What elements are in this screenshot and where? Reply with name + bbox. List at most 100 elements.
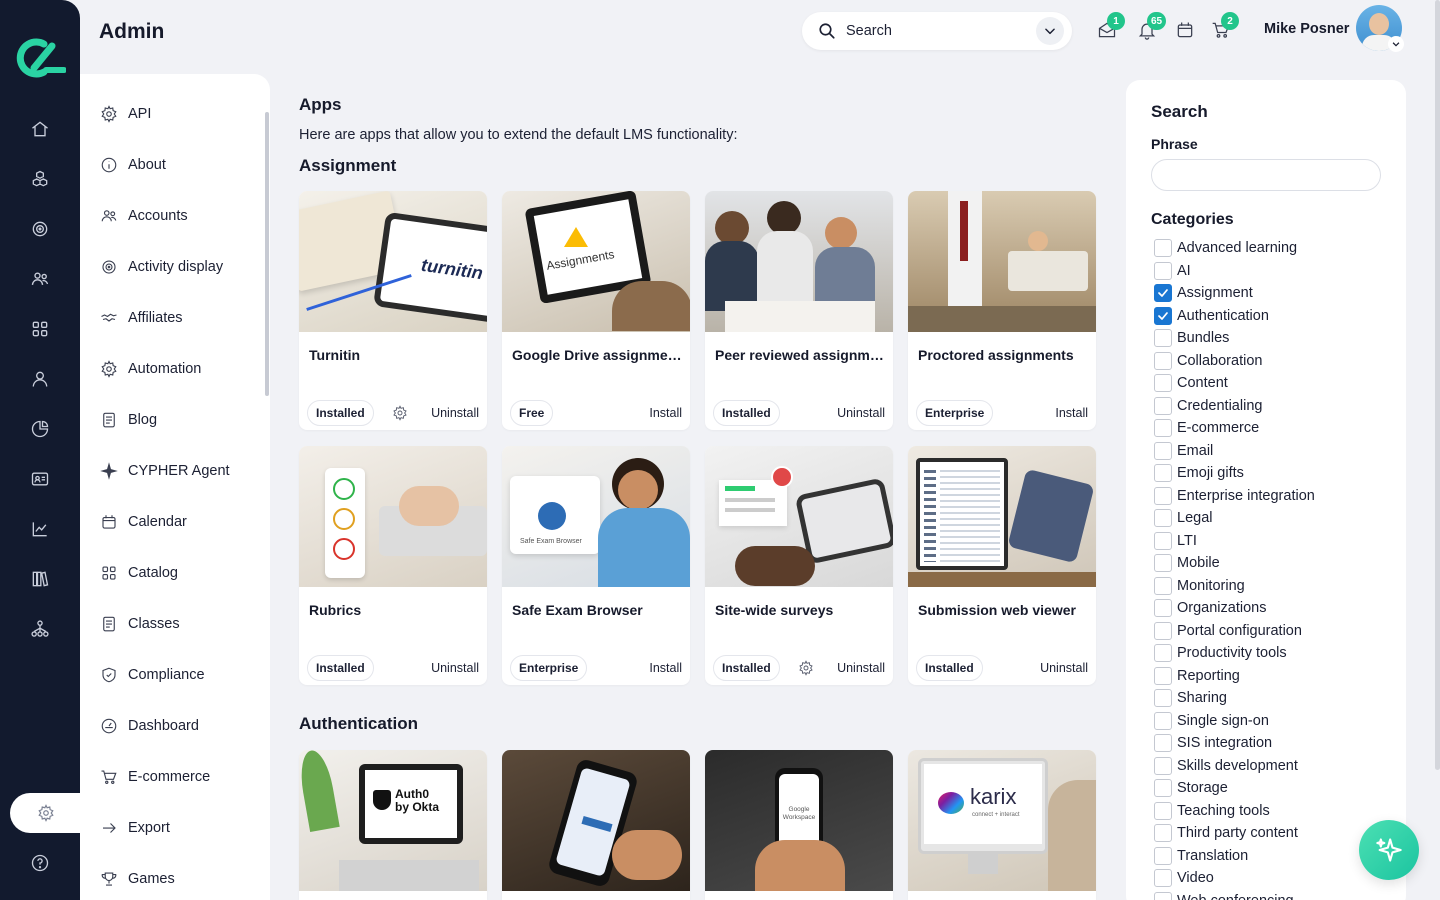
checkbox[interactable] <box>1154 734 1172 752</box>
category-lti[interactable]: LTI <box>1154 531 1197 551</box>
category-credentialing[interactable]: Credentialing <box>1154 396 1262 416</box>
phrase-input[interactable] <box>1151 159 1381 191</box>
app-card-peer-reviewed-assignments[interactable]: Peer reviewed assignments Installed Uninst… <box>705 191 893 430</box>
app-settings-button[interactable] <box>798 660 814 676</box>
cart-button[interactable]: 2 <box>1211 12 1239 42</box>
category-third-party-content[interactable]: Third party content <box>1154 823 1298 843</box>
checkbox[interactable] <box>1154 891 1172 900</box>
rail-item-pie-chart[interactable] <box>28 417 52 441</box>
category-mobile[interactable]: Mobile <box>1154 553 1220 573</box>
user-menu-toggle[interactable] <box>1388 36 1404 52</box>
ai-assistant-button[interactable] <box>1359 820 1419 880</box>
checkbox[interactable] <box>1154 531 1172 550</box>
settings-item-catalog[interactable]: Catalog <box>100 561 178 585</box>
checkbox[interactable] <box>1154 554 1172 572</box>
app-card-proctored-assignments[interactable]: Proctored assignments Enterprise Install <box>908 191 1096 430</box>
checkbox[interactable] <box>1154 599 1172 617</box>
search-scope-dropdown[interactable] <box>1036 17 1064 45</box>
rail-item-id-card[interactable] <box>28 467 52 491</box>
rail-item-settings[interactable] <box>10 793 82 833</box>
checkbox[interactable] <box>1154 284 1172 302</box>
rail-item-users[interactable] <box>28 267 52 291</box>
rail-item-library[interactable] <box>28 567 52 591</box>
checkbox[interactable] <box>1154 396 1172 415</box>
app-card-phone[interactable] <box>502 750 690 900</box>
settings-item-api[interactable]: API <box>100 102 151 126</box>
brand-logo[interactable] <box>14 38 66 78</box>
checkbox[interactable] <box>1154 824 1172 842</box>
category-emoji-gifts[interactable]: Emoji gifts <box>1154 463 1244 483</box>
rail-item-grid[interactable] <box>28 317 52 341</box>
category-bundles[interactable]: Bundles <box>1154 328 1229 348</box>
checkbox[interactable] <box>1154 756 1172 775</box>
category-advanced-learning[interactable]: Advanced learning <box>1154 238 1297 258</box>
checkbox[interactable] <box>1154 441 1172 460</box>
category-legal[interactable]: Legal <box>1154 508 1212 528</box>
category-translation[interactable]: Translation <box>1154 846 1248 866</box>
category-teaching-tools[interactable]: Teaching tools <box>1154 801 1270 821</box>
rail-item-help[interactable] <box>28 851 52 875</box>
rail-item-user[interactable] <box>28 367 52 391</box>
app-card-google-drive-assignments[interactable]: Assignments Google Drive assignments Free I… <box>502 191 690 430</box>
app-uninstall-button[interactable]: Uninstall <box>431 406 479 420</box>
checkbox[interactable] <box>1154 261 1172 280</box>
category-web-conferencing[interactable]: Web conferencing <box>1154 891 1294 900</box>
rail-item-home[interactable] <box>28 117 52 141</box>
checkbox[interactable] <box>1154 666 1172 685</box>
settings-item-games[interactable]: Games <box>100 867 175 891</box>
category-skills-development[interactable]: Skills development <box>1154 756 1298 776</box>
app-install-button[interactable]: Install <box>649 406 682 420</box>
rail-item-line-chart[interactable] <box>28 517 52 541</box>
app-card-safe-exam-browser[interactable]: Safe Exam Browser Safe Exam Browser Enterp… <box>502 446 690 685</box>
messages-button[interactable]: 1 <box>1097 12 1125 42</box>
category-storage[interactable]: Storage <box>1154 778 1228 798</box>
app-card-gworkspace[interactable]: Google Workspace <box>705 750 893 900</box>
settings-item-cypher-agent[interactable]: CYPHER Agent <box>100 459 230 483</box>
checkbox[interactable] <box>1154 486 1172 505</box>
sidebar-scrollbar[interactable] <box>265 112 269 396</box>
calendar-button[interactable] <box>1175 20 1197 42</box>
checkbox[interactable] <box>1154 801 1172 820</box>
settings-item-compliance[interactable]: Compliance <box>100 663 205 687</box>
checkbox[interactable] <box>1154 869 1172 887</box>
settings-item-dashboard[interactable]: Dashboard <box>100 714 199 738</box>
app-uninstall-button[interactable]: Uninstall <box>837 661 885 675</box>
app-card-karix[interactable]: karix connect + interact <box>908 750 1096 900</box>
app-install-button[interactable]: Install <box>649 661 682 675</box>
category-collaboration[interactable]: Collaboration <box>1154 351 1262 371</box>
rail-item-target[interactable] <box>28 217 52 241</box>
app-card-turnitin[interactable]: turnitin Turnitin Installed Uninstall <box>299 191 487 430</box>
settings-item-automation[interactable]: Automation <box>100 357 201 381</box>
category-sis-integration[interactable]: SIS integration <box>1154 733 1272 753</box>
category-content[interactable]: Content <box>1154 373 1228 393</box>
checkbox[interactable] <box>1154 711 1172 730</box>
rail-item-cubes[interactable] <box>28 167 52 191</box>
page-scrollbar[interactable] <box>1435 0 1440 770</box>
category-assignment[interactable]: Assignment <box>1154 283 1253 303</box>
settings-item-affiliates[interactable]: Affiliates <box>100 306 183 330</box>
checkbox[interactable] <box>1154 846 1172 865</box>
notifications-button[interactable]: 65 <box>1137 12 1167 42</box>
checkbox[interactable] <box>1154 419 1172 437</box>
app-card-auth0[interactable]: Auth0 by Okta <box>299 750 487 900</box>
app-uninstall-button[interactable]: Uninstall <box>1040 661 1088 675</box>
app-card-rubrics[interactable]: Rubrics Installed Uninstall <box>299 446 487 685</box>
settings-item-e-commerce[interactable]: E-commerce <box>100 765 210 789</box>
global-search[interactable]: Search <box>802 12 1072 50</box>
settings-item-accounts[interactable]: Accounts <box>100 204 188 228</box>
settings-item-classes[interactable]: Classes <box>100 612 180 636</box>
checkbox[interactable] <box>1154 239 1172 257</box>
settings-item-blog[interactable]: Blog <box>100 408 157 432</box>
checkbox[interactable] <box>1154 576 1172 595</box>
rail-item-hierarchy[interactable] <box>28 617 52 641</box>
category-portal-configuration[interactable]: Portal configuration <box>1154 621 1302 641</box>
category-organizations[interactable]: Organizations <box>1154 598 1266 618</box>
settings-item-about[interactable]: About <box>100 153 166 177</box>
category-enterprise-integration[interactable]: Enterprise integration <box>1154 486 1315 506</box>
settings-item-calendar[interactable]: Calendar <box>100 510 187 534</box>
checkbox[interactable] <box>1154 689 1172 707</box>
category-single-sign-on[interactable]: Single sign-on <box>1154 711 1269 731</box>
app-install-button[interactable]: Install <box>1055 406 1088 420</box>
checkbox[interactable] <box>1154 306 1172 325</box>
category-reporting[interactable]: Reporting <box>1154 666 1240 686</box>
